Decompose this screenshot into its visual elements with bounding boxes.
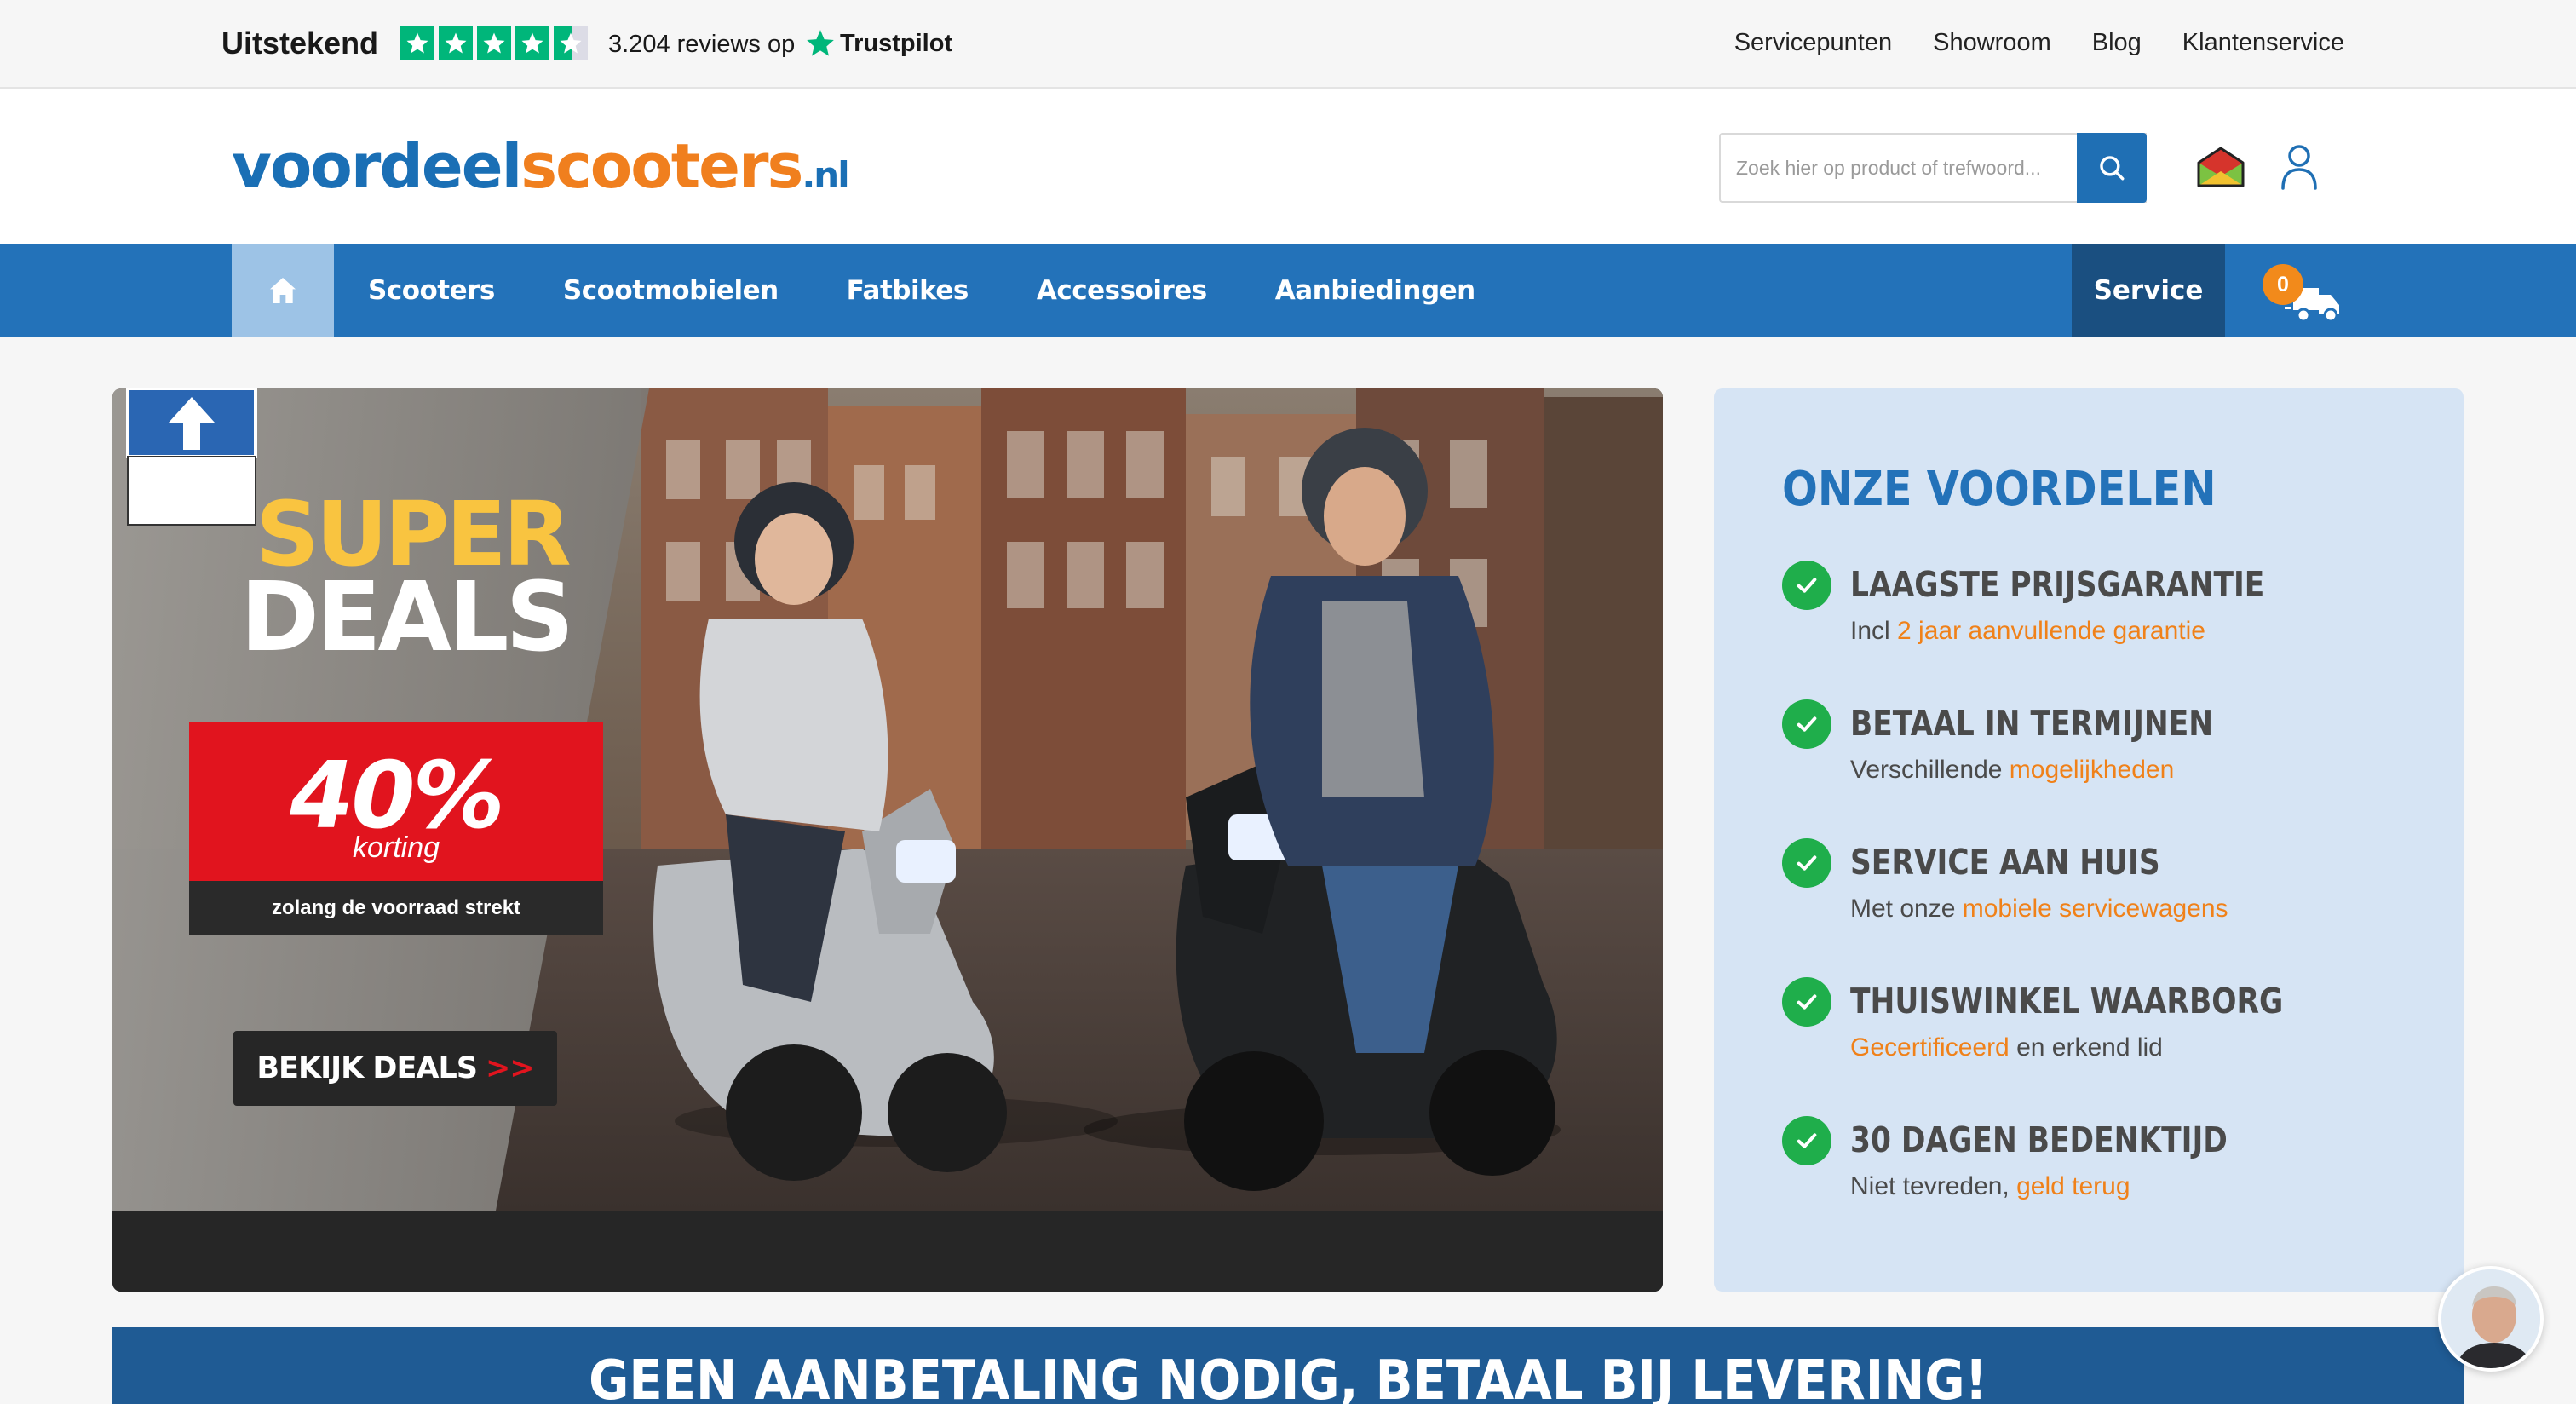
benefit-item: SERVICE AAN HUIS Met onze mobiele servic… bbox=[1782, 838, 2429, 941]
trustpilot-rating-label: Uitstekend bbox=[221, 26, 379, 60]
benefit-heading: THUISWINKEL WAARBORG bbox=[1850, 981, 2284, 1021]
benefit-text: Incl 2 jaar aanvullende garantie bbox=[1850, 617, 2205, 646]
trustpilot-logo[interactable]: Trustpilot bbox=[804, 27, 952, 60]
trustpilot-stars[interactable] bbox=[400, 26, 588, 60]
hero-banner[interactable]: SUPER DEALS 40% korting zolang de voorra… bbox=[112, 388, 1663, 1292]
benefit-item: LAAGSTE PRIJSGARANTIE Incl 2 jaar aanvul… bbox=[1782, 561, 2429, 663]
benefit-heading: LAAGSTE PRIJSGARANTIE bbox=[1850, 564, 2265, 605]
benefit-heading: 30 DAGEN BEDENKTIJD bbox=[1850, 1119, 2228, 1160]
newsletter-mail-icon[interactable] bbox=[2196, 146, 2245, 188]
nav-item-accessoires[interactable]: Accessoires bbox=[1003, 275, 1241, 306]
star-icon bbox=[477, 26, 511, 60]
hero-bottom-strip bbox=[112, 1211, 1663, 1292]
cart-count-badge: 0 bbox=[2263, 264, 2303, 305]
home-icon bbox=[270, 278, 296, 303]
discount-subtext: zolang de voorraad strekt bbox=[189, 881, 603, 935]
benefit-text: Met onze mobiele servicewagens bbox=[1850, 895, 2228, 924]
logo-part-voordeel: voordeel bbox=[232, 130, 522, 202]
toplink-blog[interactable]: Blog bbox=[2092, 29, 2142, 57]
benefit-heading: SERVICE AAN HUIS bbox=[1850, 842, 2160, 883]
benefit-text: Niet tevreden, geld terug bbox=[1850, 1172, 2130, 1201]
star-icon bbox=[515, 26, 549, 60]
trustpilot-brand-label: Trustpilot bbox=[840, 29, 953, 57]
benefit-text: Verschillende mogelijkheden bbox=[1850, 756, 2174, 785]
top-links: Servicepunten Showroom Blog Klantenservi… bbox=[1734, 29, 2344, 57]
nav-items: Scooters Scootmobielen Fatbikes Accessoi… bbox=[334, 244, 1509, 337]
benefit-item: BETAAL IN TERMIJNEN Verschillende mogeli… bbox=[1782, 699, 2429, 802]
star-icon bbox=[400, 26, 434, 60]
chat-support-avatar[interactable] bbox=[2438, 1266, 2544, 1372]
check-icon bbox=[1782, 838, 1831, 888]
benefit-item: 30 DAGEN BEDENKTIJD Niet tevreden, geld … bbox=[1782, 1116, 2429, 1218]
payment-banner-text: GEEN AANBETALING NODIG, BETAAL BIJ LEVER… bbox=[589, 1349, 1987, 1404]
support-agent-avatar-icon bbox=[2441, 1269, 2540, 1368]
benefit-link[interactable]: Gecertificeerd bbox=[1850, 1033, 2010, 1062]
view-deals-label: BEKIJK DEALS bbox=[256, 1051, 478, 1085]
nav-service-button[interactable]: Service bbox=[2072, 244, 2225, 337]
cart-button[interactable]: 0 bbox=[2263, 261, 2344, 329]
account-user-icon[interactable] bbox=[2280, 142, 2319, 190]
nav-item-aanbiedingen[interactable]: Aanbiedingen bbox=[1241, 275, 1509, 306]
search-button[interactable] bbox=[2077, 133, 2147, 203]
nav-item-scooters[interactable]: Scooters bbox=[334, 275, 529, 306]
benefit-link[interactable]: mogelijkheden bbox=[2010, 756, 2174, 784]
check-icon bbox=[1782, 699, 1831, 749]
benefit-text-post: en erkend lid bbox=[2009, 1033, 2163, 1062]
toplink-servicepunten[interactable]: Servicepunten bbox=[1734, 29, 1892, 57]
check-icon bbox=[1782, 561, 1831, 610]
double-arrow-icon: >> bbox=[485, 1051, 535, 1085]
site-header: voordeelscooters.nl bbox=[0, 89, 2576, 244]
main-navigation: Scooters Scootmobielen Fatbikes Accessoi… bbox=[0, 244, 2576, 337]
trustpilot-star-icon bbox=[807, 30, 834, 56]
payment-banner: GEEN AANBETALING NODIG, BETAAL BIJ LEVER… bbox=[112, 1327, 2464, 1404]
benefit-text: Gecertificeerd en erkend lid bbox=[1850, 1033, 2163, 1062]
view-deals-button[interactable]: BEKIJK DEALS >> bbox=[233, 1031, 557, 1106]
nav-item-scootmobielen[interactable]: Scootmobielen bbox=[529, 275, 813, 306]
discount-label: korting bbox=[352, 831, 440, 864]
benefit-item: THUISWINKEL WAARBORG Gecertificeerd en e… bbox=[1782, 977, 2429, 1079]
star-icon bbox=[439, 26, 473, 60]
benefit-link[interactable]: 2 jaar aanvullende garantie bbox=[1897, 617, 2205, 645]
trustpilot-topbar: Uitstekend 3.204 reviews op Trustpilot S… bbox=[0, 0, 2576, 89]
discount-badge: 40% korting bbox=[189, 722, 603, 881]
search-icon bbox=[2100, 156, 2125, 181]
toplink-showroom[interactable]: Showroom bbox=[1933, 29, 2051, 57]
benefits-panel: ONZE VOORDELEN LAAGSTE PRIJSGARANTIE Inc… bbox=[1714, 388, 2464, 1292]
benefit-text-pre: Met onze bbox=[1850, 895, 1963, 923]
check-icon bbox=[1782, 977, 1831, 1027]
logo-part-tld: .nl bbox=[802, 154, 849, 196]
trustpilot-review-count[interactable]: 3.204 reviews op bbox=[608, 31, 795, 59]
benefit-link[interactable]: mobiele servicewagens bbox=[1963, 895, 2228, 923]
check-icon bbox=[1782, 1116, 1831, 1165]
benefit-text-pre: Niet tevreden, bbox=[1850, 1172, 2017, 1200]
nav-item-fatbikes[interactable]: Fatbikes bbox=[813, 275, 1003, 306]
toplink-klantenservice[interactable]: Klantenservice bbox=[2182, 29, 2344, 57]
hero-headline-deals: DEALS bbox=[240, 562, 574, 673]
benefits-title: ONZE VOORDELEN bbox=[1782, 462, 2217, 517]
benefit-heading: BETAAL IN TERMIJNEN bbox=[1850, 703, 2214, 744]
benefit-link[interactable]: geld terug bbox=[2016, 1172, 2130, 1200]
logo-part-scooters: scooters bbox=[520, 130, 803, 202]
benefit-text-pre: Verschillende bbox=[1850, 756, 2010, 784]
benefit-text-pre: Incl bbox=[1850, 617, 1898, 645]
half-star-icon bbox=[554, 26, 588, 60]
site-logo[interactable]: voordeelscooters.nl bbox=[232, 130, 850, 202]
nav-home-button[interactable] bbox=[232, 244, 334, 337]
